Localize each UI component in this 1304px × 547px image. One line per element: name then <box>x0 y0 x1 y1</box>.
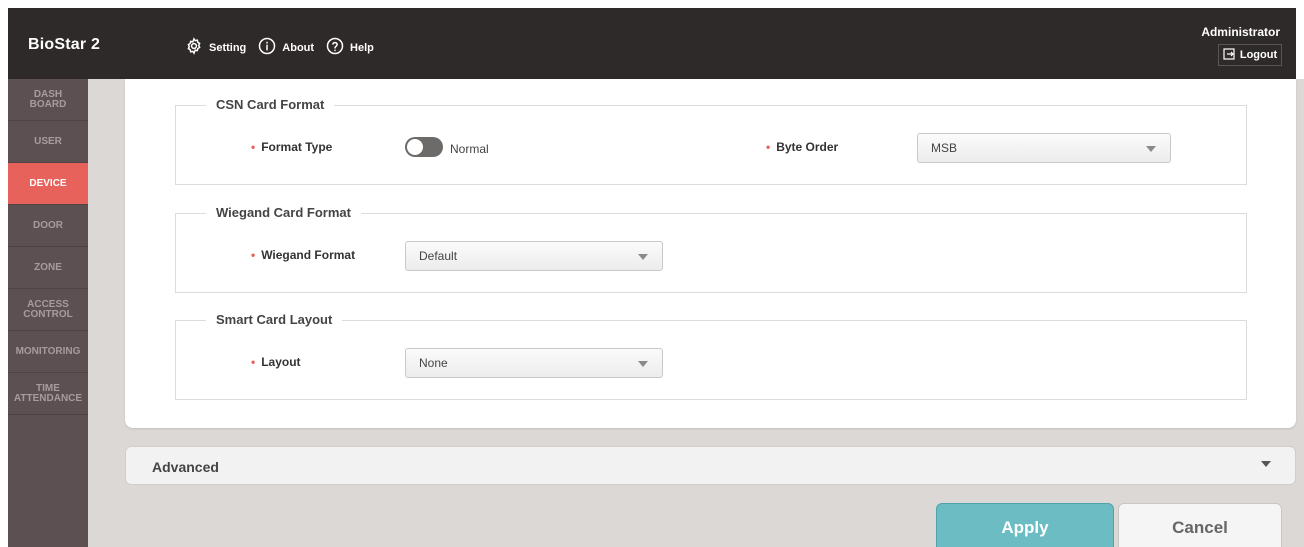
top-header: BioStar 2 Setting About Help Administrat… <box>8 8 1296 79</box>
apply-button[interactable]: Apply <box>936 503 1114 547</box>
main-content: CSN Card Format • Format Type Normal • Byt… <box>88 79 1304 547</box>
format-type-label-text: Format Type <box>261 140 333 154</box>
wiegand-format-label-text: Wiegand Format <box>261 248 356 262</box>
required-marker: • <box>251 248 256 262</box>
sidebar-item-time-attendance[interactable]: TIME ATTENDANCE <box>8 373 88 415</box>
byte-order-select[interactable]: MSB <box>917 133 1171 163</box>
gear-icon <box>185 37 209 58</box>
required-marker: • <box>251 355 256 369</box>
logout-icon <box>1223 47 1240 63</box>
user-name: Administrator <box>1201 25 1280 39</box>
sidebar-item-monitoring[interactable]: MONITORING <box>8 331 88 373</box>
logout-button[interactable]: Logout <box>1218 44 1282 66</box>
wiegand-format-select[interactable]: Default <box>405 241 663 271</box>
top-nav: Setting About Help <box>185 37 386 58</box>
smart-card-layout-section: Smart Card Layout • Layout None <box>175 312 1247 400</box>
sidebar-item-door[interactable]: DOOR <box>8 205 88 247</box>
cancel-button[interactable]: Cancel <box>1118 503 1282 547</box>
sidebar-item-dashboard[interactable]: DASH BOARD <box>8 79 88 121</box>
wiegand-section-title: Wiegand Card Format <box>206 205 361 220</box>
advanced-accordion[interactable]: Advanced <box>125 446 1296 485</box>
help-label: Help <box>350 41 374 54</box>
wiegand-format-value: Default <box>419 249 458 263</box>
layout-value: None <box>419 356 448 370</box>
smart-section-title: Smart Card Layout <box>206 312 343 327</box>
help-icon <box>326 37 350 58</box>
info-icon <box>258 37 282 58</box>
wiegand-format-label: • Wiegand Format <box>251 248 355 262</box>
sidebar-item-access-control[interactable]: ACCESS CONTROL <box>8 289 88 331</box>
format-type-value: Normal <box>450 142 489 156</box>
help-link[interactable]: Help <box>326 37 374 58</box>
toggle-knob <box>407 139 423 155</box>
wiegand-card-format-section: Wiegand Card Format • Wiegand Format Defa… <box>175 205 1247 293</box>
layout-label: • Layout <box>251 355 301 369</box>
format-type-label: • Format Type <box>251 140 332 154</box>
advanced-label: Advanced <box>152 459 219 475</box>
csn-section-title: CSN Card Format <box>206 97 335 112</box>
chevron-down-icon <box>638 361 648 367</box>
required-marker: • <box>251 140 256 154</box>
byte-order-label: • Byte Order <box>766 140 838 154</box>
about-link[interactable]: About <box>258 37 314 58</box>
app-brand: BioStar 2 <box>28 36 101 53</box>
csn-card-format-section: CSN Card Format • Format Type Normal • Byt… <box>175 97 1247 185</box>
layout-select[interactable]: None <box>405 348 663 378</box>
required-marker: • <box>766 140 771 154</box>
logout-label: Logout <box>1239 49 1278 61</box>
format-type-toggle[interactable] <box>405 137 443 157</box>
about-label: About <box>282 41 315 54</box>
byte-order-label-text: Byte Order <box>776 140 839 154</box>
card-settings-panel: CSN Card Format • Format Type Normal • Byt… <box>125 79 1296 428</box>
sidebar-item-zone[interactable]: ZONE <box>8 247 88 289</box>
byte-order-value: MSB <box>931 141 958 155</box>
sidebar-item-user[interactable]: USER <box>8 121 88 163</box>
setting-link[interactable]: Setting <box>185 37 246 58</box>
chevron-down-icon <box>1146 146 1156 152</box>
sidebar: DASH BOARD USER DEVICE DOOR ZONE ACCESS … <box>8 79 88 547</box>
setting-label: Setting <box>209 41 247 54</box>
sidebar-item-device[interactable]: DEVICE <box>8 163 88 205</box>
layout-label-text: Layout <box>261 355 301 369</box>
chevron-down-icon <box>1261 461 1271 467</box>
chevron-down-icon <box>638 254 648 260</box>
